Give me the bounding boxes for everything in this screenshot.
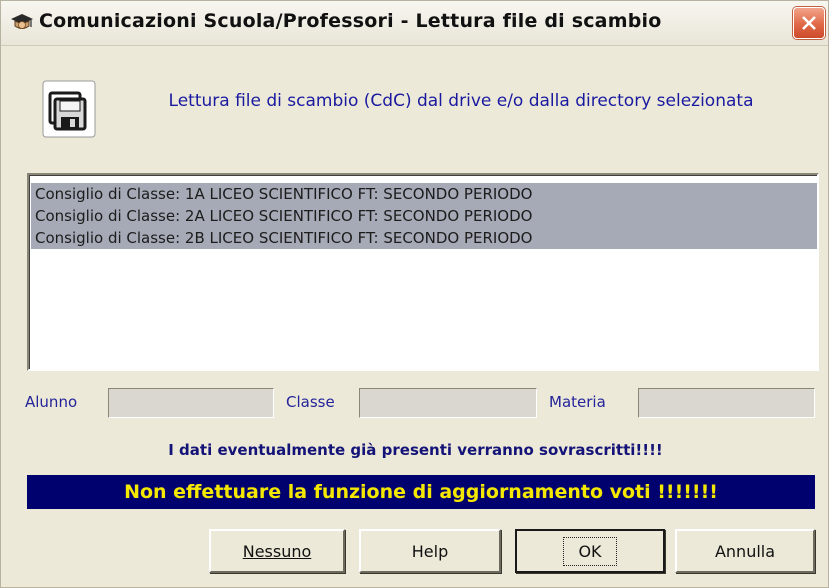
help-button-label: Help [411, 541, 449, 561]
annulla-button-label: Annulla [714, 541, 776, 561]
header-description: Lettura file di scambio (CdC) dal drive … [168, 91, 754, 111]
exchange-file-list[interactable]: Consiglio di Classe: 1A LICEO SCIENTIFIC… [27, 173, 819, 371]
classe-label: Classe [286, 393, 335, 411]
list-item[interactable]: Consiglio di Classe: 1A LICEO SCIENTIFIC… [31, 183, 817, 205]
materia-field[interactable] [638, 388, 815, 418]
help-button[interactable]: Help [359, 529, 501, 573]
alunno-label: Alunno [25, 393, 78, 411]
ok-button[interactable]: OK [515, 529, 665, 573]
alunno-field[interactable] [108, 388, 274, 418]
list-item[interactable]: Consiglio di Classe: 2A LICEO SCIENTIFIC… [31, 205, 817, 227]
close-icon [802, 16, 816, 30]
nessuno-button-label: Nessuno [242, 541, 312, 561]
nessuno-button[interactable]: Nessuno [209, 529, 345, 573]
list-item[interactable]: Consiglio di Classe: 2B LICEO SCIENTIFIC… [31, 227, 817, 249]
window-title: Comunicazioni Scuola/Professori - Lettur… [39, 10, 662, 32]
classe-field[interactable] [359, 388, 537, 418]
close-button[interactable] [793, 7, 825, 39]
floppy-disk-icon [41, 79, 97, 139]
dialog-window: Comunicazioni Scuola/Professori - Lettur… [0, 0, 829, 588]
title-bar[interactable]: Comunicazioni Scuola/Professori - Lettur… [1, 1, 828, 46]
graduate-icon [10, 12, 34, 34]
ok-button-label: OK [563, 536, 617, 566]
no-update-warning-banner: Non effettuare la funzione di aggiorname… [27, 475, 815, 509]
materia-label: Materia [549, 393, 606, 411]
annulla-button[interactable]: Annulla [675, 529, 815, 573]
overwrite-warning: I dati eventualmente già presenti verran… [168, 441, 663, 459]
